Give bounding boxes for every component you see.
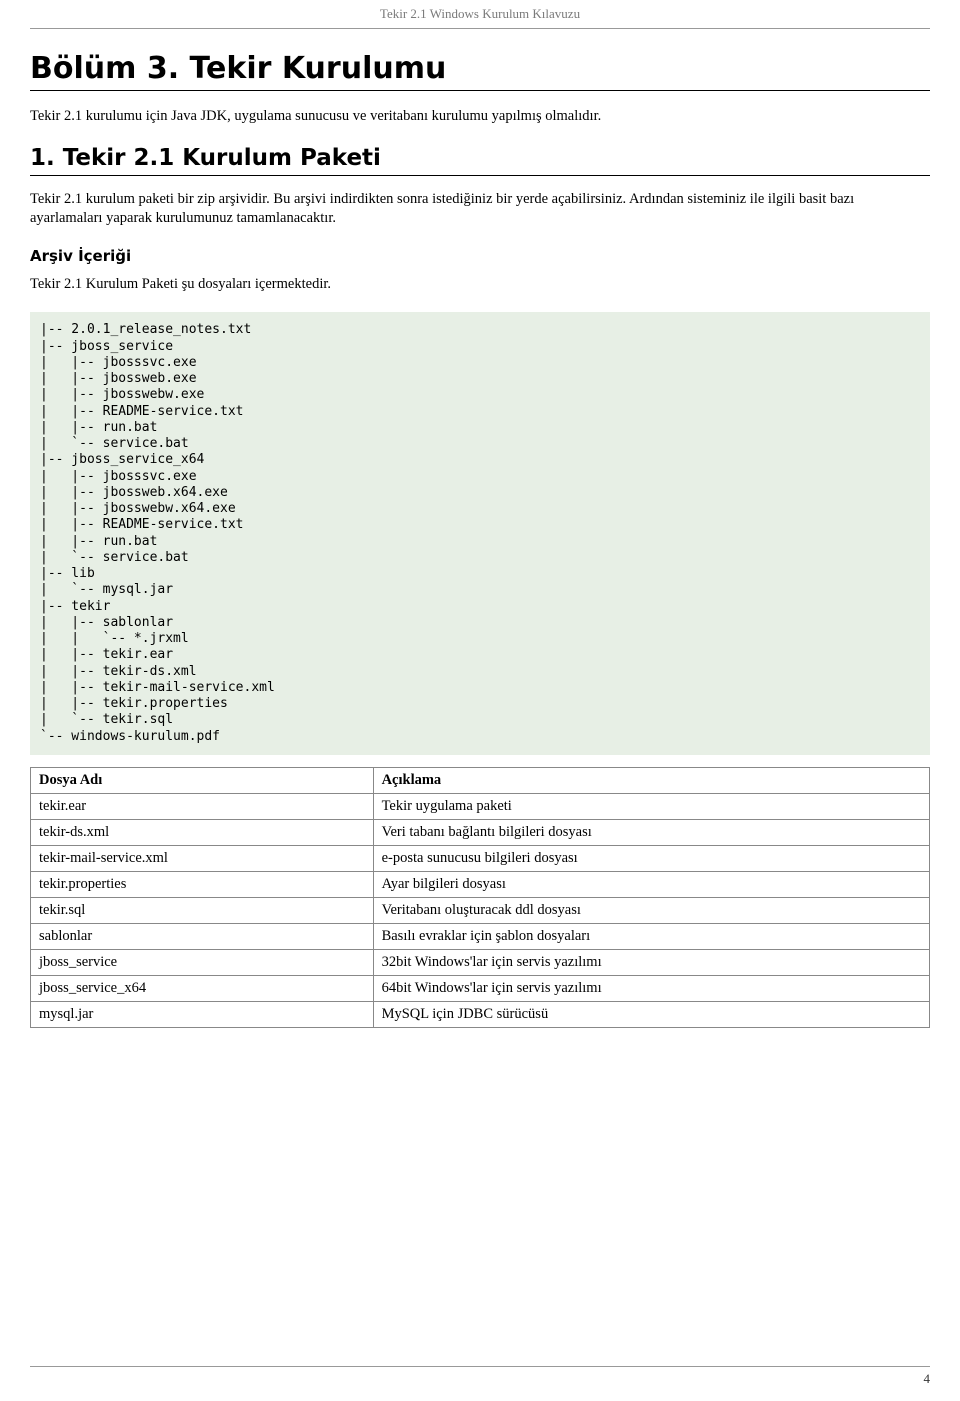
page-number: 4 [30,1371,930,1387]
table-header-row: Dosya Adı Açıklama [31,767,930,793]
table-cell-description: MySQL için JDBC sürücüsü [373,1001,929,1027]
table-cell-filename: sablonlar [31,923,374,949]
table-cell-description: Veritabanı oluşturacak ddl dosyası [373,897,929,923]
table-cell-description: Ayar bilgileri dosyası [373,871,929,897]
table-cell-filename: mysql.jar [31,1001,374,1027]
table-cell-description: Basılı evraklar için şablon dosyaları [373,923,929,949]
chapter-title-divider [30,90,930,91]
table-header-filename: Dosya Adı [31,767,374,793]
table-cell-description: e-posta sunucusu bilgileri dosyası [373,845,929,871]
table-cell-filename: tekir.sql [31,897,374,923]
subsection-paragraph: Tekir 2.1 Kurulum Paketi şu dosyaları iç… [30,275,930,295]
table-header-description: Açıklama [373,767,929,793]
table-row: tekir.ear Tekir uygulama paketi [31,793,930,819]
table-row: tekir-ds.xml Veri tabanı bağlantı bilgil… [31,819,930,845]
table-row: mysql.jar MySQL için JDBC sürücüsü [31,1001,930,1027]
table-cell-filename: tekir.properties [31,871,374,897]
section-title-divider [30,175,930,176]
table-row: tekir.sql Veritabanı oluşturacak ddl dos… [31,897,930,923]
chapter-intro-paragraph: Tekir 2.1 kurulumu için Java JDK, uygula… [30,107,930,127]
table-cell-filename: tekir.ear [31,793,374,819]
section-title: 1. Tekir 2.1 Kurulum Paketi [30,145,930,171]
table-row: sablonlar Basılı evraklar için şablon do… [31,923,930,949]
table-cell-description: Tekir uygulama paketi [373,793,929,819]
chapter-title: Bölüm 3. Tekir Kurulumu [30,51,930,86]
subsection-heading: Arşiv İçeriği [30,247,930,265]
section-paragraph: Tekir 2.1 kurulum paketi bir zip arşivid… [30,190,930,229]
table-cell-filename: tekir-mail-service.xml [31,845,374,871]
page-header-title: Tekir 2.1 Windows Kurulum Kılavuzu [0,0,960,28]
footer-divider [30,1366,930,1367]
table-cell-filename: jboss_service_x64 [31,975,374,1001]
table-cell-filename: tekir-ds.xml [31,819,374,845]
table-row: tekir.properties Ayar bilgileri dosyası [31,871,930,897]
table-cell-description: 32bit Windows'lar için servis yazılımı [373,949,929,975]
table-cell-description: 64bit Windows'lar için servis yazılımı [373,975,929,1001]
table-row: jboss_service_x64 64bit Windows'lar için… [31,975,930,1001]
table-cell-filename: jboss_service [31,949,374,975]
file-description-table: Dosya Adı Açıklama tekir.ear Tekir uygul… [30,767,930,1028]
file-tree-listing: |-- 2.0.1_release_notes.txt |-- jboss_se… [30,312,930,755]
table-cell-description: Veri tabanı bağlantı bilgileri dosyası [373,819,929,845]
header-divider [30,28,930,29]
table-row: jboss_service 32bit Windows'lar için ser… [31,949,930,975]
table-row: tekir-mail-service.xml e-posta sunucusu … [31,845,930,871]
